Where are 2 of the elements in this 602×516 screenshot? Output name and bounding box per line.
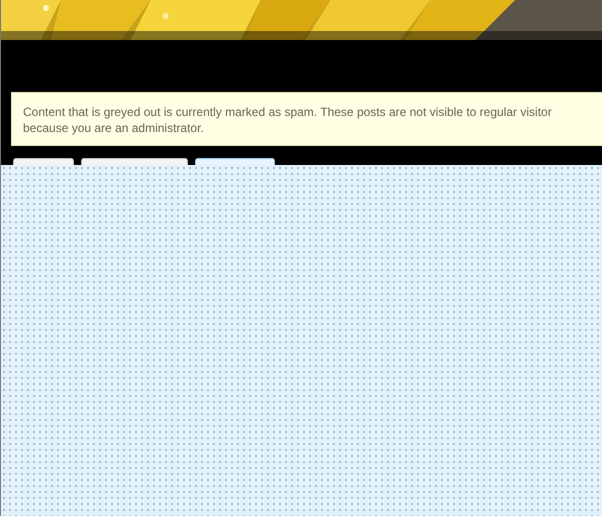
- notice-text: Content that is greyed out is currently marked as spam. These posts are not visible to regular visitor: [23, 104, 552, 120]
- notice-text: because you are an administrator.: [23, 120, 204, 136]
